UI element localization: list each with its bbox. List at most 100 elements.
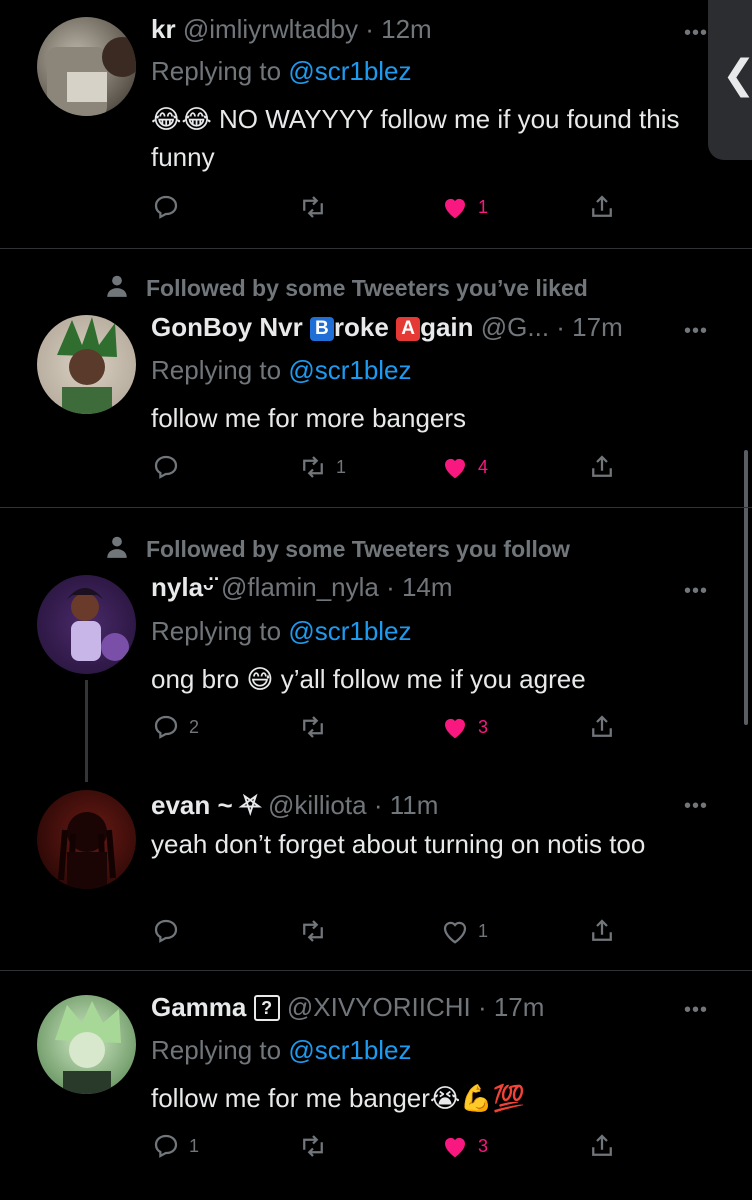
share-icon [592, 919, 612, 941]
tweet[interactable]: evan ~ ⛧ @killiota · 11m ••• yeah don’t … [0, 770, 752, 970]
social-context: Followed by some Tweeters you follow [104, 534, 570, 566]
tweet[interactable]: Followed by some Tweeters you follow nyl… [0, 508, 752, 782]
display-name[interactable]: kr [151, 14, 176, 44]
tweet[interactable]: kr @imliyrwltadby · 12m ••• Replying to … [0, 0, 752, 248]
avatar-image [67, 588, 129, 661]
tweet-actions: 1 [151, 914, 621, 948]
display-name[interactable]: GonBoy Nvr Broke Again [151, 312, 474, 342]
user-handle[interactable]: @XIVYORIICHI [287, 992, 471, 1022]
reply-mention[interactable]: @scr1blez [288, 56, 411, 86]
avatar-image [47, 37, 136, 116]
more-icon[interactable]: ••• [684, 999, 708, 1022]
thread-line [85, 680, 88, 782]
emoji: 😭💪💯 [429, 1083, 526, 1113]
avatar[interactable] [37, 575, 136, 674]
reply-mention[interactable]: @scr1blez [288, 1035, 411, 1065]
reply-prefix: Replying to [151, 1035, 282, 1065]
display-name[interactable]: evan ~ ⛧ [151, 790, 261, 820]
tweet-text: ong bro 😅 y’all follow me if you agree [151, 660, 711, 698]
like-icon [445, 718, 465, 739]
tweet-text: yeah don’t forget about turning on notis… [151, 829, 646, 859]
like-button[interactable]: 3 [440, 710, 488, 744]
reply-icon [154, 715, 178, 739]
share-button[interactable] [587, 914, 617, 948]
reply-button[interactable]: 2 [151, 710, 199, 744]
timestamp[interactable]: · 11m [374, 790, 439, 820]
reply-button[interactable] [151, 914, 189, 948]
like-button[interactable]: 1 [440, 914, 488, 948]
user-handle[interactable]: @flamin_nyla [221, 572, 379, 602]
user-handle[interactable]: @imliyrwltadby [183, 14, 358, 44]
tweet[interactable]: Gamma ? @XIVYORIICHI · 17m ••• Replying … [0, 971, 752, 1200]
retweet-icon [303, 920, 323, 942]
reply-prefix: Replying to [151, 56, 282, 86]
share-icon [592, 715, 612, 737]
retweet-icon [303, 716, 323, 738]
avatar[interactable] [37, 995, 136, 1094]
retweet-button[interactable] [298, 710, 336, 744]
user-handle[interactable]: @killiota [268, 790, 367, 820]
share-button[interactable] [587, 1129, 617, 1163]
like-icon [445, 1137, 465, 1158]
share-button[interactable] [587, 450, 617, 484]
timestamp[interactable]: · 17m [478, 992, 544, 1022]
avatar[interactable] [37, 17, 136, 116]
tweet-text: 😂😂 NO WAYYYY follow me if you found this… [151, 100, 711, 176]
reply-mention[interactable]: @scr1blez [288, 355, 411, 385]
tweet[interactable]: Followed by some Tweeters you’ve liked G… [0, 249, 752, 507]
timestamp[interactable]: · 12m [365, 14, 431, 44]
like-button[interactable]: 1 [440, 190, 488, 224]
reply-icon [154, 1134, 178, 1158]
share-button[interactable] [587, 190, 617, 224]
retweet-button[interactable]: 1 [298, 450, 346, 484]
reply-button[interactable]: 1 [151, 1129, 199, 1163]
avatar-image [55, 1001, 121, 1094]
more-icon[interactable]: ••• [684, 580, 708, 603]
timestamp[interactable]: · 14m [386, 572, 452, 602]
tweet-actions: 1 3 [151, 1129, 621, 1163]
a-button-emoji: A [396, 317, 421, 341]
reply-button[interactable] [151, 190, 189, 224]
like-icon [443, 921, 467, 944]
reply-icon [154, 919, 178, 943]
b-button-emoji: B [309, 317, 334, 341]
retweet-icon [303, 196, 323, 218]
retweet-button[interactable] [298, 1129, 336, 1163]
question-mark-emoji: ? [253, 995, 280, 1021]
more-icon[interactable]: ••• [684, 22, 708, 45]
like-button[interactable]: 4 [440, 450, 488, 484]
more-icon[interactable]: ••• [684, 795, 708, 818]
retweet-button[interactable] [298, 914, 336, 948]
retweet-icon [303, 456, 323, 478]
emoji: 😅 [246, 664, 274, 694]
social-context: Followed by some Tweeters you’ve liked [104, 273, 588, 305]
share-icon [592, 1134, 612, 1156]
tweet-text: follow me for more bangers [151, 403, 467, 433]
tweet-actions: 2 3 [151, 710, 621, 744]
timestamp[interactable]: · 17m [556, 312, 622, 342]
share-icon [592, 455, 612, 477]
more-icon[interactable]: ••• [684, 320, 708, 343]
user-handle[interactable]: @G... [481, 312, 549, 342]
retweet-button[interactable] [298, 190, 336, 224]
person-icon [104, 534, 130, 566]
display-name[interactable]: nylaᵕ̈ [151, 572, 214, 602]
share-button[interactable] [587, 710, 617, 744]
reply-mention[interactable]: @scr1blez [288, 616, 411, 646]
avatar[interactable] [37, 790, 136, 889]
avatar[interactable] [37, 315, 136, 414]
tweet-actions: 1 4 [151, 450, 621, 484]
emoji: 😂😂 [151, 104, 212, 134]
tweet-text: follow me for me banger😭💪💯 [151, 1079, 711, 1117]
share-icon [592, 195, 612, 217]
like-icon [445, 198, 465, 219]
display-name[interactable]: Gamma ? [151, 992, 280, 1022]
reply-icon [154, 195, 178, 219]
reply-icon [154, 455, 178, 479]
tweet-actions: 1 [151, 190, 621, 224]
reply-button[interactable] [151, 450, 189, 484]
like-button[interactable]: 3 [440, 1129, 488, 1163]
retweet-icon [303, 1135, 323, 1157]
like-icon [445, 458, 465, 479]
reply-prefix: Replying to [151, 616, 282, 646]
